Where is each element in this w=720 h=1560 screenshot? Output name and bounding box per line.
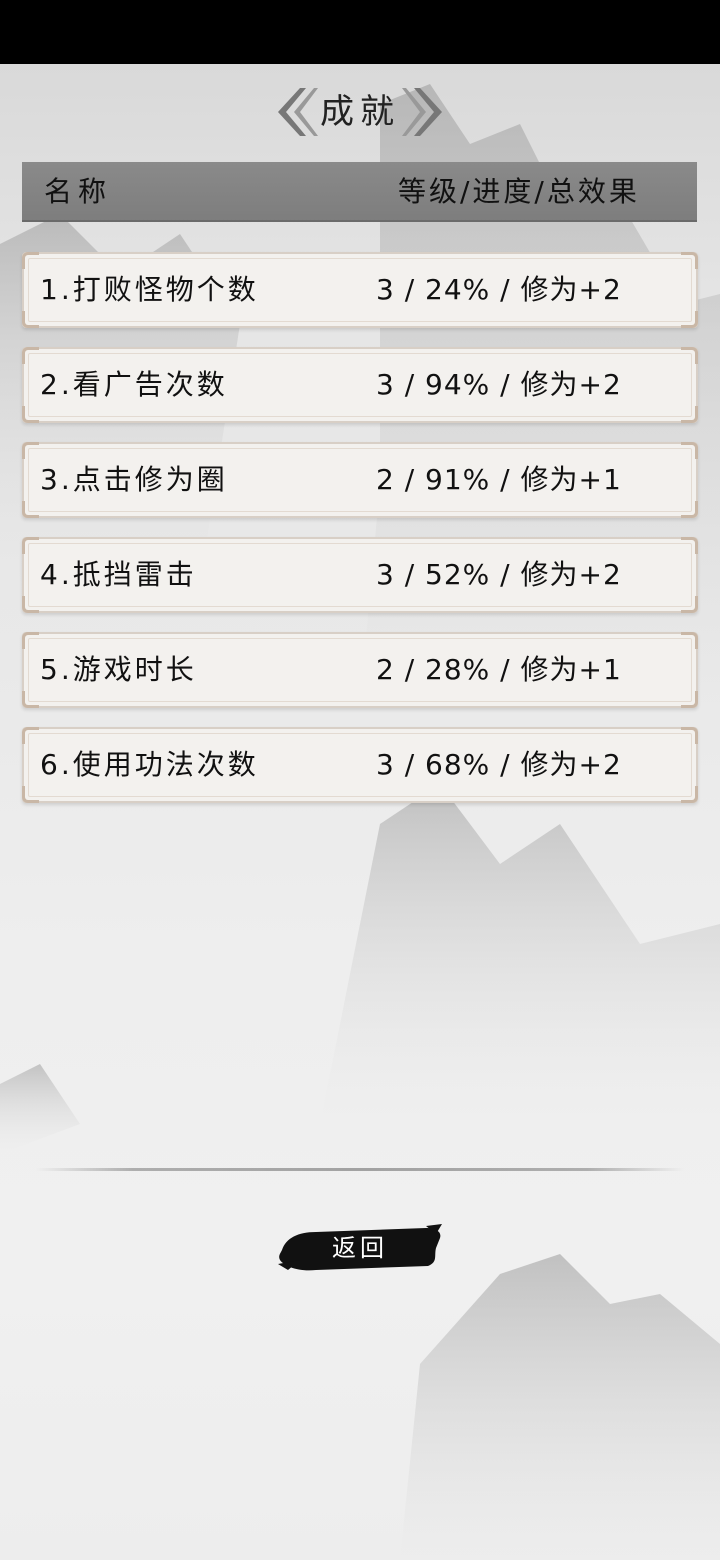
corner-ornament: [681, 786, 698, 803]
corner-ornament: [22, 347, 39, 364]
corner-ornament: [22, 596, 39, 613]
corner-ornament: [22, 632, 39, 649]
achievement-row: 4.抵挡雷击 3 / 52% / 修为+2: [22, 537, 698, 613]
corner-ornament: [681, 596, 698, 613]
double-chevron-right-icon: [402, 88, 442, 136]
corner-ornament: [681, 727, 698, 744]
corner-ornament: [681, 406, 698, 423]
corner-ornament: [22, 501, 39, 518]
achievement-row: 5.游戏时长 2 / 28% / 修为+1: [22, 632, 698, 708]
screen: 成就 名称 等级/进度/总效果 1.打败怪物个数 3 / 24% / 修为+2: [0, 0, 720, 1560]
achievement-row: 3.点击修为圈 2 / 91% / 修为+1: [22, 442, 698, 518]
achievement-stats: 2 / 91% / 修为+1: [376, 463, 622, 496]
corner-ornament: [681, 691, 698, 708]
back-button-label: 返回: [332, 1234, 388, 1262]
achievement-row: 2.看广告次数 3 / 94% / 修为+2: [22, 347, 698, 423]
header-stats-label: 等级/进度/总效果: [398, 175, 640, 208]
corner-ornament: [681, 311, 698, 328]
achievement-name: 4.抵挡雷击: [40, 558, 197, 591]
header-name-label: 名称: [44, 175, 113, 208]
achievement-stats: 3 / 52% / 修为+2: [376, 558, 622, 591]
corner-ornament: [22, 442, 39, 459]
achievement-row: 6.使用功法次数 3 / 68% / 修为+2: [22, 727, 698, 803]
achievement-stats: 3 / 24% / 修为+2: [376, 273, 622, 306]
corner-ornament: [22, 727, 39, 744]
corner-ornament: [681, 442, 698, 459]
corner-ornament: [22, 786, 39, 803]
achievement-name: 6.使用功法次数: [40, 748, 259, 781]
table-header: 名称 等级/进度/总效果: [22, 162, 697, 222]
achievement-name: 2.看广告次数: [40, 368, 228, 401]
corner-ornament: [681, 537, 698, 554]
corner-ornament: [681, 347, 698, 364]
corner-ornament: [22, 311, 39, 328]
ink-divider: [36, 1168, 684, 1171]
corner-ornament: [22, 252, 39, 269]
back-button[interactable]: 返回: [276, 1220, 444, 1276]
achievement-name: 3.点击修为圈: [40, 463, 228, 496]
achievement-stats: 3 / 68% / 修为+2: [376, 748, 622, 781]
achievement-stats: 2 / 28% / 修为+1: [376, 653, 622, 686]
achievement-row: 1.打败怪物个数 3 / 24% / 修为+2: [22, 252, 698, 328]
achievement-name: 5.游戏时长: [40, 653, 197, 686]
status-bar: [0, 0, 720, 64]
corner-ornament: [22, 691, 39, 708]
corner-ornament: [22, 406, 39, 423]
achievement-name: 1.打败怪物个数: [40, 273, 259, 306]
corner-ornament: [681, 501, 698, 518]
achievement-stats: 3 / 94% / 修为+2: [376, 368, 622, 401]
corner-ornament: [681, 252, 698, 269]
achievements-panel: 成就 名称 等级/进度/总效果 1.打败怪物个数 3 / 24% / 修为+2: [0, 64, 720, 1560]
title-banner: 成就: [270, 82, 450, 142]
corner-ornament: [681, 632, 698, 649]
corner-ornament: [22, 537, 39, 554]
